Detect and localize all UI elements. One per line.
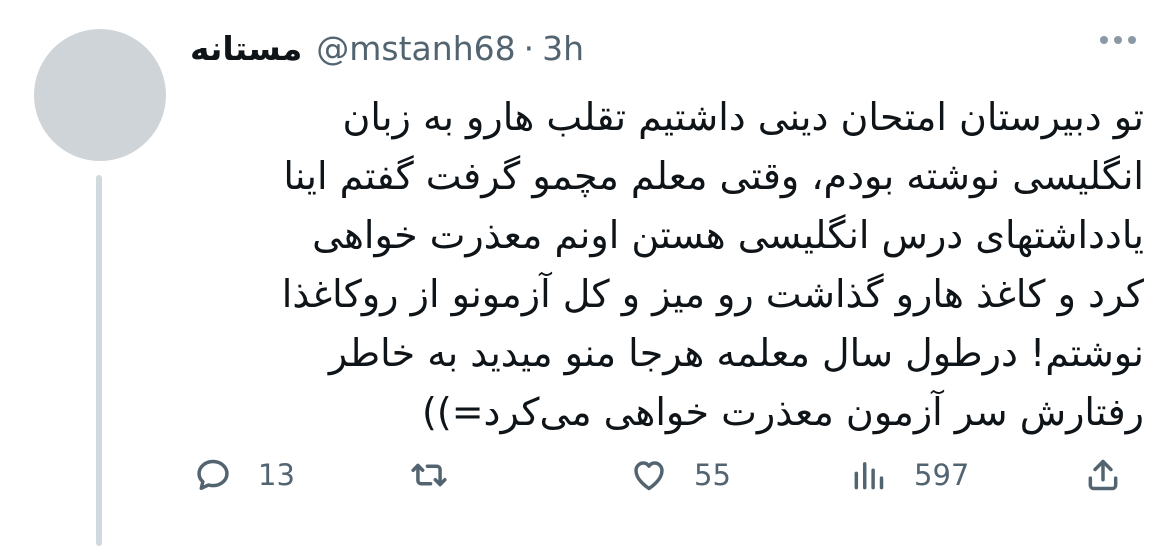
tweet-text-line: یادداشتهای درس انگلیسی هستن اونم معذرت خ… xyxy=(312,213,1144,257)
reply-count: 13 xyxy=(258,458,295,492)
header-separator: · xyxy=(523,28,535,68)
tweet-text-line: نوشتم! درطول سال معلمه هرجا منو میدید به… xyxy=(328,331,1144,375)
action-bar: 13 55 597 xyxy=(190,448,1130,502)
share-button[interactable] xyxy=(1084,448,1122,502)
views-button[interactable]: 597 xyxy=(850,448,969,502)
tweet-header: مستانه @mstanh68 · 3h xyxy=(190,24,584,72)
more-dot xyxy=(1114,36,1122,44)
like-count: 55 xyxy=(694,458,731,492)
views-count: 597 xyxy=(914,458,970,492)
reply-button[interactable]: 13 xyxy=(194,448,295,502)
reply-bubble-icon xyxy=(197,459,229,491)
retweet-button[interactable] xyxy=(410,448,448,502)
more-options-icon[interactable] xyxy=(1100,36,1136,44)
thread-line xyxy=(96,175,102,546)
display-name[interactable]: مستانه xyxy=(190,29,302,68)
tweet-text-line: کرد و کاغذ هارو گذاشت رو میز و کل آزمونو… xyxy=(281,272,1144,316)
tweet-text-line: رفتارش سر آزمون معذرت خواهی می‌کرد=)) xyxy=(422,390,1144,434)
share-upload-icon xyxy=(1088,459,1118,491)
heart-icon xyxy=(634,461,664,491)
user-handle[interactable]: @mstanh68 xyxy=(316,29,515,68)
avatar[interactable] xyxy=(34,29,166,161)
like-button[interactable]: 55 xyxy=(630,448,731,502)
tweet-text: تو دبیرستان امتحان دینی داشتیم تقلب هارو… xyxy=(188,88,1144,442)
tweet-text-line: تو دبیرستان امتحان دینی داشتیم تقلب هارو… xyxy=(342,95,1144,139)
tweet[interactable]: مستانه @mstanh68 · 3h تو دبیرستان امتحان… xyxy=(0,0,1166,546)
more-dot xyxy=(1128,36,1136,44)
retweet-icon xyxy=(411,463,447,487)
timestamp[interactable]: 3h xyxy=(542,29,584,68)
more-dot xyxy=(1100,36,1108,44)
analytics-bars-icon xyxy=(854,462,884,490)
tweet-text-line: انگلیسی نوشته بودم، وقتی معلم مچمو گرفت … xyxy=(283,154,1144,198)
